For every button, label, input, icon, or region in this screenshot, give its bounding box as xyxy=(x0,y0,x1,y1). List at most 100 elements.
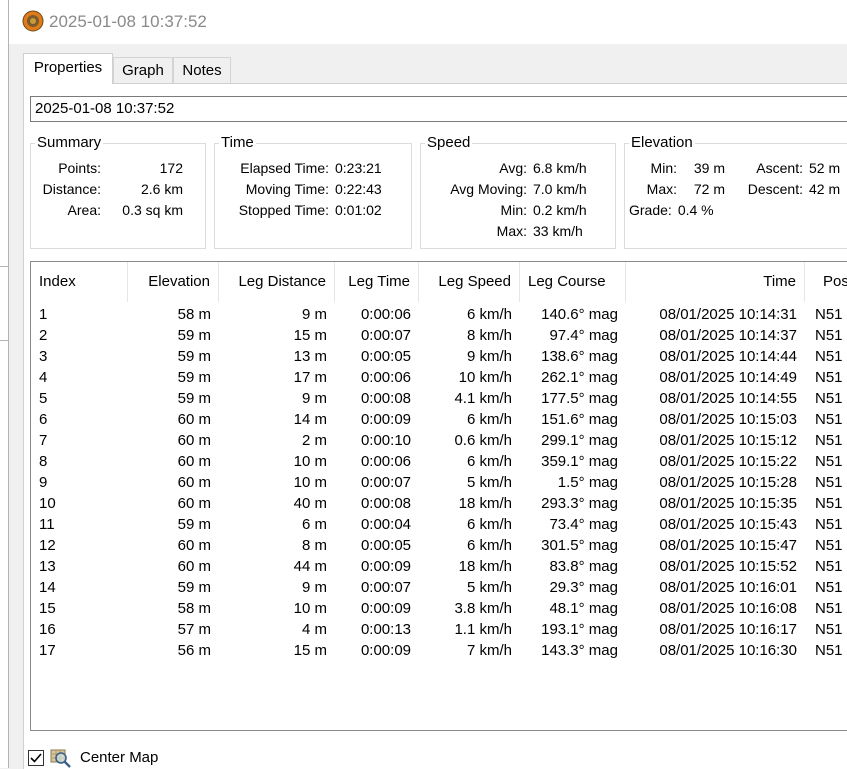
column-header-label: Leg Speed xyxy=(438,273,511,290)
gps-track-icon xyxy=(22,10,44,32)
column-header-leg-course[interactable]: Leg Course xyxy=(520,262,626,302)
cell-leg-time: 0:00:10 xyxy=(360,432,411,449)
cell-index: 7 xyxy=(39,432,48,449)
column-header-leg-distance[interactable]: Leg Distance xyxy=(219,262,335,302)
moving-time-value: 0:22:43 xyxy=(335,181,382,197)
cell-leg-time: 0:00:06 xyxy=(360,306,411,323)
column-header-elevation[interactable]: Elevation xyxy=(128,262,219,302)
table-row[interactable]: 4 59 m 17 m 0:00:06 10 km/h 262.1° mag 08/01/2… xyxy=(31,367,847,388)
table-row[interactable]: 5 59 m 9 m 0:00:08 4.1 km/h 177.5° mag 08/01/2… xyxy=(31,388,847,409)
stopped-time-label: Stopped Time: xyxy=(238,202,329,218)
cell-leg-distance: 40 m xyxy=(293,495,327,512)
cell-position: N51 xyxy=(815,495,843,512)
cell-elevation: 58 m xyxy=(177,600,211,617)
cell-elevation: 60 m xyxy=(177,537,211,554)
column-header-label: Time xyxy=(763,273,796,290)
cell-leg-time: 0:00:05 xyxy=(360,537,411,554)
cell-leg-speed: 6 km/h xyxy=(466,537,512,554)
cell-leg-speed: 7 km/h xyxy=(466,642,512,659)
tab-graph[interactable]: Graph xyxy=(113,57,173,83)
checkbox-box[interactable] xyxy=(28,750,44,766)
column-header-index[interactable]: Index xyxy=(31,262,128,302)
column-header-position[interactable]: Position xyxy=(805,262,847,302)
avg-speed-row: Avg: 6.8 km/h xyxy=(425,158,586,179)
group-label: Elevation xyxy=(629,133,695,153)
cell-elevation: 59 m xyxy=(177,579,211,596)
elapsed-time-value: 0:23:21 xyxy=(335,160,382,176)
cell-leg-speed: 0.6 km/h xyxy=(454,432,512,449)
column-header-leg-time[interactable]: Leg Time xyxy=(335,262,419,302)
cell-index: 4 xyxy=(39,369,48,386)
cell-index: 15 xyxy=(39,600,56,617)
cell-time: 08/01/2025 10:15:43 xyxy=(659,516,797,533)
cell-elevation: 60 m xyxy=(177,495,211,512)
avg-speed-label: Avg: xyxy=(499,160,527,176)
cell-time: 08/01/2025 10:14:44 xyxy=(659,348,797,365)
cell-time: 08/01/2025 10:15:03 xyxy=(659,411,797,428)
avg-moving-speed-value: 7.0 km/h xyxy=(533,181,587,197)
cell-leg-time: 0:00:06 xyxy=(360,369,411,386)
elapsed-time-label: Elapsed Time: xyxy=(240,160,329,176)
cell-index: 16 xyxy=(39,621,56,638)
cell-leg-distance: 17 m xyxy=(293,369,327,386)
column-header-leg-speed[interactable]: Leg Speed xyxy=(419,262,520,302)
table-row[interactable]: 13 60 m 44 m 0:00:09 18 km/h 83.8° mag 08/01/2… xyxy=(31,556,847,577)
cell-time: 08/01/2025 10:15:47 xyxy=(659,537,797,554)
cell-leg-course: 359.1° mag xyxy=(541,453,618,470)
table-row[interactable]: 6 60 m 14 m 0:00:09 6 km/h 151.6° mag 08/01/20… xyxy=(31,409,847,430)
time-group: Time Elapsed Time: 0:23:21 Moving Time: 0:… xyxy=(214,133,412,249)
properties-panel: 2025-01-08 10:37:52 Summary Points: 172 D… xyxy=(23,83,847,769)
cell-leg-course: 299.1° mag xyxy=(541,432,618,449)
column-header-time[interactable]: Time xyxy=(626,262,805,302)
cell-leg-time: 0:00:09 xyxy=(360,411,411,428)
center-map-label: Center Map xyxy=(80,749,159,766)
track-points-table[interactable]: Index Elevation Leg Distance Leg Time Le… xyxy=(30,261,847,731)
tab-notes[interactable]: Notes xyxy=(173,57,231,83)
table-row[interactable]: 3 59 m 13 m 0:00:05 9 km/h 138.6° mag 08/01/20… xyxy=(31,346,847,367)
track-name-input[interactable]: 2025-01-08 10:37:52 xyxy=(30,96,847,122)
cell-leg-time: 0:00:07 xyxy=(360,327,411,344)
cell-elevation: 60 m xyxy=(177,474,211,491)
table-row[interactable]: 7 60 m 2 m 0:00:10 0.6 km/h 299.1° mag 08/01/2… xyxy=(31,430,847,451)
cell-time: 08/01/2025 10:14:37 xyxy=(659,327,797,344)
group-label: Summary xyxy=(35,133,104,153)
cell-leg-distance: 10 m xyxy=(293,600,327,617)
cell-elevation: 59 m xyxy=(177,516,211,533)
table-row[interactable]: 16 57 m 4 m 0:00:13 1.1 km/h 193.1° mag 08/01/… xyxy=(31,619,847,640)
descent-row: Descent: 42 m xyxy=(733,179,840,200)
elevation-max-label: Max: xyxy=(646,181,677,197)
cell-index: 1 xyxy=(39,306,48,323)
tab-properties[interactable]: Properties xyxy=(23,53,113,84)
points-row: Points: 172 xyxy=(35,158,183,179)
column-header-label: Leg Time xyxy=(348,273,410,290)
group-label: Speed xyxy=(425,133,473,153)
table-row[interactable]: 15 58 m 10 m 0:00:09 3.8 km/h 48.1° mag 08/01/… xyxy=(31,598,847,619)
min-speed-value: 0.2 km/h xyxy=(533,202,587,218)
title-bar[interactable]: 2025-01-08 10:37:52 xyxy=(9,0,847,44)
table-row[interactable]: 11 59 m 6 m 0:00:04 6 km/h 73.4° mag 08/01/202… xyxy=(31,514,847,535)
cell-leg-distance: 9 m xyxy=(301,306,327,323)
cell-leg-speed: 4.1 km/h xyxy=(454,390,512,407)
distance-value: 2.6 km xyxy=(140,181,183,197)
table-row[interactable]: 1 58 m 9 m 0:00:06 6 km/h 140.6° mag 08/01/202… xyxy=(31,304,847,325)
cell-leg-distance: 4 m xyxy=(301,621,327,638)
table-row[interactable]: 17 56 m 15 m 0:00:09 7 km/h 143.3° mag 08/01/2… xyxy=(31,640,847,661)
cell-leg-distance: 44 m xyxy=(293,558,327,575)
max-speed-label: Max: xyxy=(496,223,527,239)
cell-leg-course: 97.4° mag xyxy=(549,327,618,344)
table-row[interactable]: 8 60 m 10 m 0:00:06 6 km/h 359.1° mag 08/01/20… xyxy=(31,451,847,472)
table-row[interactable]: 2 59 m 15 m 0:00:07 8 km/h 97.4° mag 08/01/202… xyxy=(31,325,847,346)
cell-index: 5 xyxy=(39,390,48,407)
table-row[interactable]: 10 60 m 40 m 0:00:08 18 km/h 293.3° mag 08/01/… xyxy=(31,493,847,514)
table-row[interactable]: 9 60 m 10 m 0:00:07 5 km/h 1.5° mag 08/01/2025… xyxy=(31,472,847,493)
cell-position: N51 xyxy=(815,390,843,407)
grade-label: Grade: xyxy=(629,202,672,218)
cell-leg-speed: 18 km/h xyxy=(458,558,512,575)
cell-position: N51 xyxy=(815,537,843,554)
table-row[interactable]: 12 60 m 8 m 0:00:05 6 km/h 301.5° mag 08/01/20… xyxy=(31,535,847,556)
cell-leg-speed: 5 km/h xyxy=(466,579,512,596)
table-row[interactable]: 14 59 m 9 m 0:00:07 5 km/h 29.3° mag 08/01/202… xyxy=(31,577,847,598)
cell-leg-speed: 5 km/h xyxy=(466,474,512,491)
elevation-min-row: Min: 39 m xyxy=(629,158,725,179)
cell-position: N51 xyxy=(815,432,843,449)
